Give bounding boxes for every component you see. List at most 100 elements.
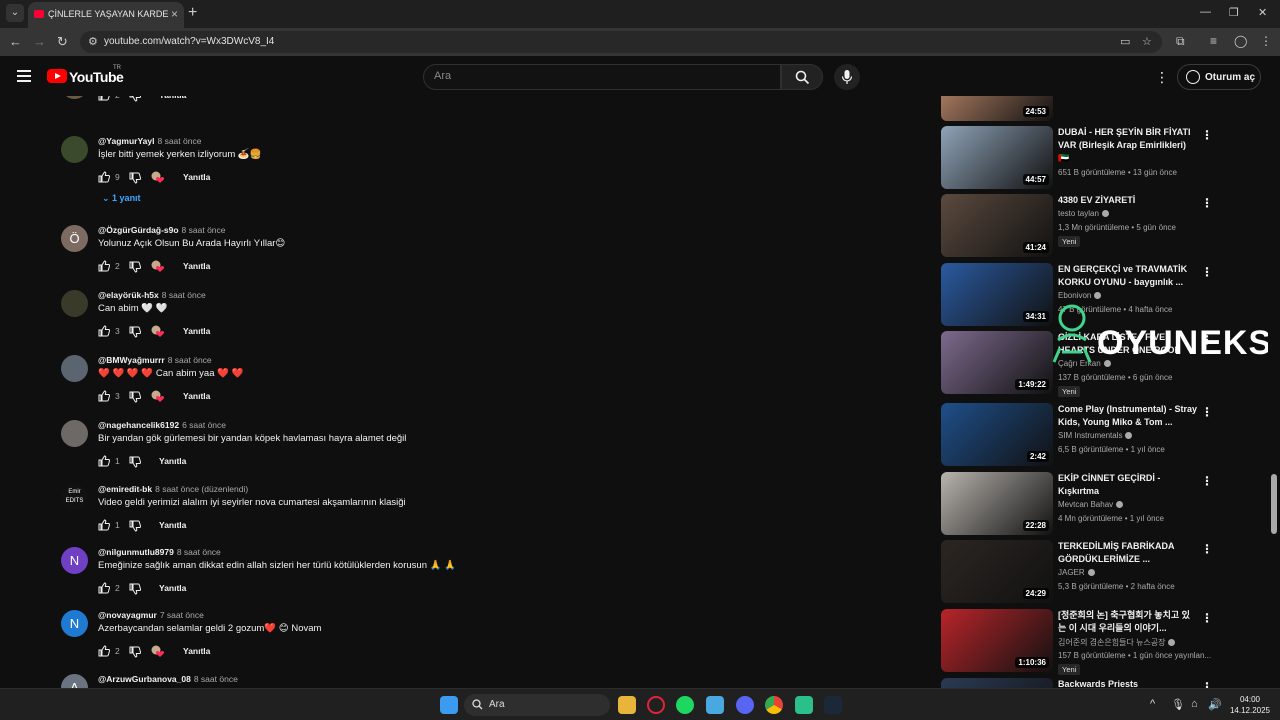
like-icon[interactable] xyxy=(98,324,111,342)
video-title[interactable]: EKİP CİNNET GEÇİRDİ - Kışkırtma xyxy=(1058,472,1198,498)
video-channel[interactable]: testo taylan xyxy=(1058,209,1109,218)
address-bar[interactable]: ⚙ youtube.com/watch?v=Wx3DWcV8_I4 ▭ ☆ xyxy=(80,31,1162,53)
video-more-icon[interactable]: ⋮ xyxy=(1201,680,1213,688)
reply-button[interactable]: Yanıtla xyxy=(159,96,186,100)
forward-icon[interactable]: → xyxy=(33,34,46,49)
reply-button[interactable]: Yanıtla xyxy=(183,261,210,271)
comment-author[interactable]: @ÖzgürGürdağ-s9o xyxy=(98,225,179,235)
reply-button[interactable]: Yanıtla xyxy=(183,172,210,182)
video-title[interactable]: Come Play (Instrumental) - Stray Kids, Y… xyxy=(1058,403,1198,429)
comment-avatar[interactable]: Emir EDITS xyxy=(61,484,88,511)
channel-name[interactable]: Çağrı Erkan xyxy=(1058,359,1101,368)
page-scrollbar[interactable] xyxy=(1268,56,1280,688)
reply-button[interactable]: Yanıtla xyxy=(159,520,186,530)
video-more-icon[interactable]: ⋮ xyxy=(1201,474,1213,488)
opera-icon[interactable] xyxy=(647,696,665,714)
comment-avatar[interactable] xyxy=(61,290,88,317)
video-channel[interactable]: Çağrı Erkan xyxy=(1058,359,1111,368)
taskbar-clock[interactable]: 04:00 14.12.2025 xyxy=(1228,694,1272,716)
comment-avatar[interactable] xyxy=(61,355,88,382)
dislike-icon[interactable] xyxy=(129,455,142,473)
related-video[interactable]: 1:49:22 GİZLİ KARA LİSTE - FIVE HEARTS UN… xyxy=(940,331,1220,397)
channel-name[interactable]: SIM Instrumentals xyxy=(1058,431,1122,440)
dislike-icon[interactable] xyxy=(129,645,142,663)
comment-time[interactable]: 8 saat önce xyxy=(194,674,238,684)
dislike-icon[interactable] xyxy=(129,260,142,278)
reply-button[interactable]: Yanıtla xyxy=(159,456,186,466)
channel-name[interactable]: JAGER xyxy=(1058,568,1085,577)
comment-time[interactable]: 8 saat önce xyxy=(177,547,221,557)
video-title[interactable]: 4380 EV ZİYARETİ xyxy=(1058,194,1198,207)
restore-window-icon[interactable]: ❐ xyxy=(1229,6,1239,19)
related-video[interactable]: 1:10:36 [정준희의 논] 축구협회가 놓치고 있는 이 시대 우리들의 이… xyxy=(940,609,1220,675)
video-channel[interactable]: Mevtcan Bahav xyxy=(1058,500,1124,509)
video-channel[interactable]: SIM Instrumentals xyxy=(1058,431,1133,440)
reply-button[interactable]: Yanıtla xyxy=(183,391,210,401)
like-icon[interactable] xyxy=(98,644,111,662)
comment-time[interactable]: 8 saat önce xyxy=(168,355,212,365)
like-icon[interactable] xyxy=(98,96,110,106)
comment-avatar[interactable]: A xyxy=(61,674,88,688)
file-explorer-icon[interactable] xyxy=(618,696,636,714)
tab-search-button[interactable]: ⌄ xyxy=(6,4,24,22)
video-thumbnail[interactable]: 24:29 xyxy=(941,540,1053,603)
bookmark-star-icon[interactable]: ☆ xyxy=(1142,35,1152,48)
related-video[interactable]: Backwards Priests ⋮ xyxy=(940,678,1220,688)
video-more-icon[interactable]: ⋮ xyxy=(1201,405,1213,419)
browser-tab-active[interactable]: ÇİNLERLE YAŞAYAN KARDEŞLER × xyxy=(28,2,184,28)
like-icon[interactable] xyxy=(98,170,111,188)
video-thumbnail[interactable] xyxy=(941,678,1053,688)
video-title[interactable]: EN GERÇEKÇİ ve TRAVMATİK KORKU OYUNU - b… xyxy=(1058,263,1198,289)
related-video[interactable]: 44:57 DUBAİ - HER ŞEYİN BİR FİYATI VAR (B… xyxy=(940,126,1220,192)
video-channel[interactable]: Ebonivon xyxy=(1058,291,1102,300)
channel-name[interactable]: testo taylan xyxy=(1058,209,1099,218)
signin-button[interactable]: Oturum aç xyxy=(1177,64,1261,90)
comment-time[interactable]: 8 saat önce xyxy=(157,136,201,146)
media-control-icon[interactable]: ≡ xyxy=(1210,34,1217,48)
video-thumbnail[interactable]: 2:42 xyxy=(941,403,1053,466)
network-icon[interactable]: ⌂ xyxy=(1191,698,1198,710)
video-more-icon[interactable]: ⋮ xyxy=(1201,265,1213,279)
video-thumbnail[interactable]: 41:24 xyxy=(941,194,1053,257)
taskbar-search[interactable]: Ara xyxy=(464,694,610,716)
scrollbar-thumb[interactable] xyxy=(1271,474,1277,534)
video-title[interactable]: Backwards Priests xyxy=(1058,678,1198,688)
comment-avatar[interactable] xyxy=(61,420,88,447)
video-thumbnail[interactable]: 34:31 xyxy=(941,263,1053,326)
related-video[interactable]: 41:24 4380 EV ZİYARETİ ⋮ testo taylan 1,3 Mn… xyxy=(940,194,1220,260)
comment-author[interactable]: @nilgunmutlu8979 xyxy=(98,547,174,557)
video-title[interactable]: TERKEDİLMİŞ FABRİKADA GÖRDÜKLERİMİZE ... xyxy=(1058,540,1198,566)
like-icon[interactable] xyxy=(98,389,111,407)
comment-time[interactable]: 7 saat önce xyxy=(160,610,204,620)
comment-time[interactable]: 8 saat önce xyxy=(162,290,206,300)
related-video[interactable]: 34:31 EN GERÇEKÇİ ve TRAVMATİK KORKU OYUN… xyxy=(940,263,1220,329)
new-tab-button[interactable]: + xyxy=(188,4,197,22)
video-more-icon[interactable]: ⋮ xyxy=(1201,542,1213,556)
install-app-icon[interactable]: ▭ xyxy=(1120,35,1130,48)
steam-icon[interactable] xyxy=(824,696,842,714)
reply-button[interactable]: Yanıtla xyxy=(183,646,210,656)
comment-author[interactable]: @emiredit-bk xyxy=(98,484,152,494)
video-thumbnail[interactable]: 44:57 xyxy=(941,126,1053,189)
profile-icon[interactable]: ◯ xyxy=(1234,34,1247,48)
related-video[interactable]: 24:29 TERKEDİLMİŞ FABRİKADA GÖRDÜKLERİMİZ… xyxy=(940,540,1220,606)
back-icon[interactable]: ← xyxy=(9,34,22,49)
video-thumbnail[interactable]: 24:53 xyxy=(941,96,1053,121)
comment-author[interactable]: @BMWyağmurrr xyxy=(98,355,165,365)
comment-author[interactable]: @nagehancelik6192 xyxy=(98,420,179,430)
like-icon[interactable] xyxy=(98,581,111,599)
video-more-icon[interactable]: ⋮ xyxy=(1201,611,1213,625)
like-icon[interactable] xyxy=(98,518,111,536)
channel-name[interactable]: Mevtcan Bahav xyxy=(1058,500,1113,509)
comment-author[interactable]: @ArzuwGurbanova_08 xyxy=(98,674,191,684)
extensions-icon[interactable]: ⧉ xyxy=(1176,34,1185,49)
close-tab-icon[interactable]: × xyxy=(171,7,178,21)
dislike-icon[interactable] xyxy=(129,171,142,189)
comment-avatar[interactable] xyxy=(61,96,88,99)
video-more-icon[interactable]: ⋮ xyxy=(1201,128,1213,142)
chat-app-icon[interactable] xyxy=(795,696,813,714)
browser-menu-icon[interactable]: ⋮ xyxy=(1260,34,1272,48)
dislike-icon[interactable] xyxy=(129,582,142,600)
discord-icon[interactable] xyxy=(736,696,754,714)
comment-author[interactable]: @YagmurYayl xyxy=(98,136,154,146)
